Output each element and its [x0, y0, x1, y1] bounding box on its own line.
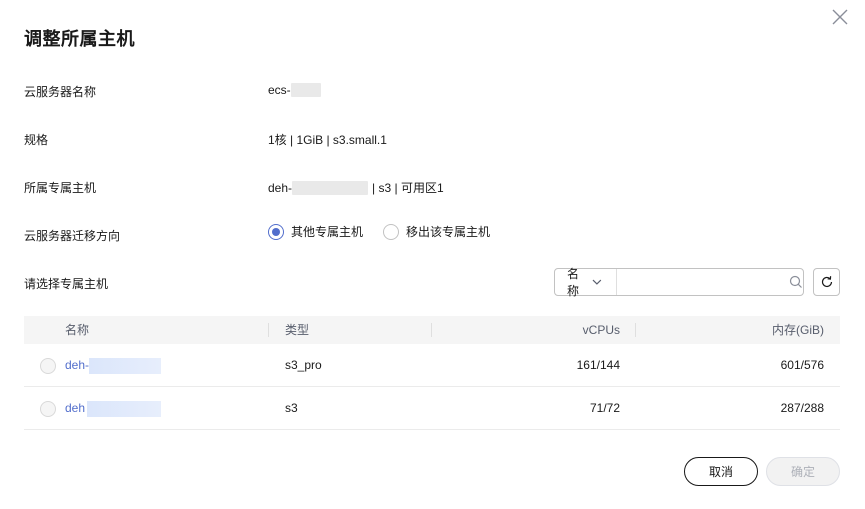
- host-prefix: deh-: [268, 180, 293, 195]
- radio-move-out-label: 移出该专属主机: [406, 225, 491, 239]
- host-vcpus: 161/144: [576, 358, 620, 372]
- refresh-button[interactable]: [813, 268, 840, 296]
- host-name-link[interactable]: deh-: [65, 344, 162, 387]
- redacted-mask: [290, 83, 321, 97]
- search-field-value: 名称: [567, 267, 580, 298]
- server-name-label: 云服务器名称: [24, 85, 97, 99]
- host-table: 名称 类型 vCPUs 内存(GiB) deh- s3_pro 161/144 …: [24, 316, 840, 430]
- col-type-header: 类型: [285, 323, 310, 337]
- host-label: 所属专属主机: [24, 181, 97, 195]
- redacted-mask: [89, 357, 162, 374]
- host-suffix: | s3 | 可用区1: [372, 181, 444, 195]
- radio-unchecked-icon[interactable]: [383, 223, 400, 240]
- col-memory-header: 内存(GiB): [772, 323, 824, 337]
- radio-checked-icon[interactable]: [268, 223, 284, 240]
- host-name-text[interactable]: deh: [65, 387, 85, 430]
- radio-other-host[interactable]: 其他专属主机: [268, 223, 363, 240]
- redacted-mask: [292, 180, 369, 195]
- server-name-value: ecs-: [268, 83, 321, 97]
- host-memory: 601/576: [780, 358, 824, 372]
- refresh-icon: [821, 276, 832, 288]
- host-name-link[interactable]: deh: [65, 387, 162, 430]
- redacted-mask: [87, 400, 162, 417]
- adjust-host-dialog: 调整所属主机 云服务器名称 ecs- 规格 1核 | 1GiB | s3.sma…: [0, 0, 865, 509]
- host-vcpus: 71/72: [589, 401, 620, 415]
- spec-label: 规格: [24, 133, 49, 147]
- search-bar: 名称: [554, 267, 804, 298]
- cancel-button[interactable]: 取消: [684, 457, 758, 486]
- direction-label: 云服务器迁移方向: [24, 229, 121, 243]
- spec-value: 1核 | 1GiB | s3.small.1: [268, 133, 387, 147]
- host-name-text[interactable]: deh-: [65, 344, 89, 387]
- chevron-down-icon: [592, 279, 601, 285]
- dialog-title: 调整所属主机: [24, 29, 135, 49]
- host-type: s3: [285, 401, 298, 415]
- host-value: deh- | s3 | 可用区1: [268, 179, 444, 196]
- search-field-select[interactable]: 名称: [555, 267, 618, 298]
- host-type: s3_pro: [285, 358, 322, 372]
- select-host-label: 请选择专属主机: [24, 277, 109, 291]
- close-icon[interactable]: [829, 6, 851, 28]
- column-divider: [431, 323, 432, 337]
- table-header: 名称 类型 vCPUs 内存(GiB): [24, 316, 840, 344]
- column-divider: [635, 323, 636, 337]
- radio-other-host-label: 其他专属主机: [291, 225, 364, 239]
- column-divider: [268, 323, 269, 337]
- row-radio[interactable]: [40, 401, 56, 417]
- col-name-header: 名称: [65, 323, 90, 337]
- row-radio[interactable]: [40, 358, 56, 374]
- server-name-text: ecs-: [268, 83, 291, 97]
- table-row[interactable]: deh s3 71/72 287/288: [24, 387, 840, 430]
- search-icon[interactable]: [788, 275, 803, 289]
- direction-radio-group: 其他专属主机 移出该专属主机: [268, 223, 510, 240]
- ok-button[interactable]: 确定: [766, 457, 840, 486]
- search-input[interactable]: [617, 269, 789, 295]
- table-row[interactable]: deh- s3_pro 161/144 601/576: [24, 344, 840, 387]
- host-memory: 287/288: [780, 401, 824, 415]
- radio-move-out[interactable]: 移出该专属主机: [383, 223, 490, 240]
- col-vcpus-header: vCPUs: [582, 323, 620, 337]
